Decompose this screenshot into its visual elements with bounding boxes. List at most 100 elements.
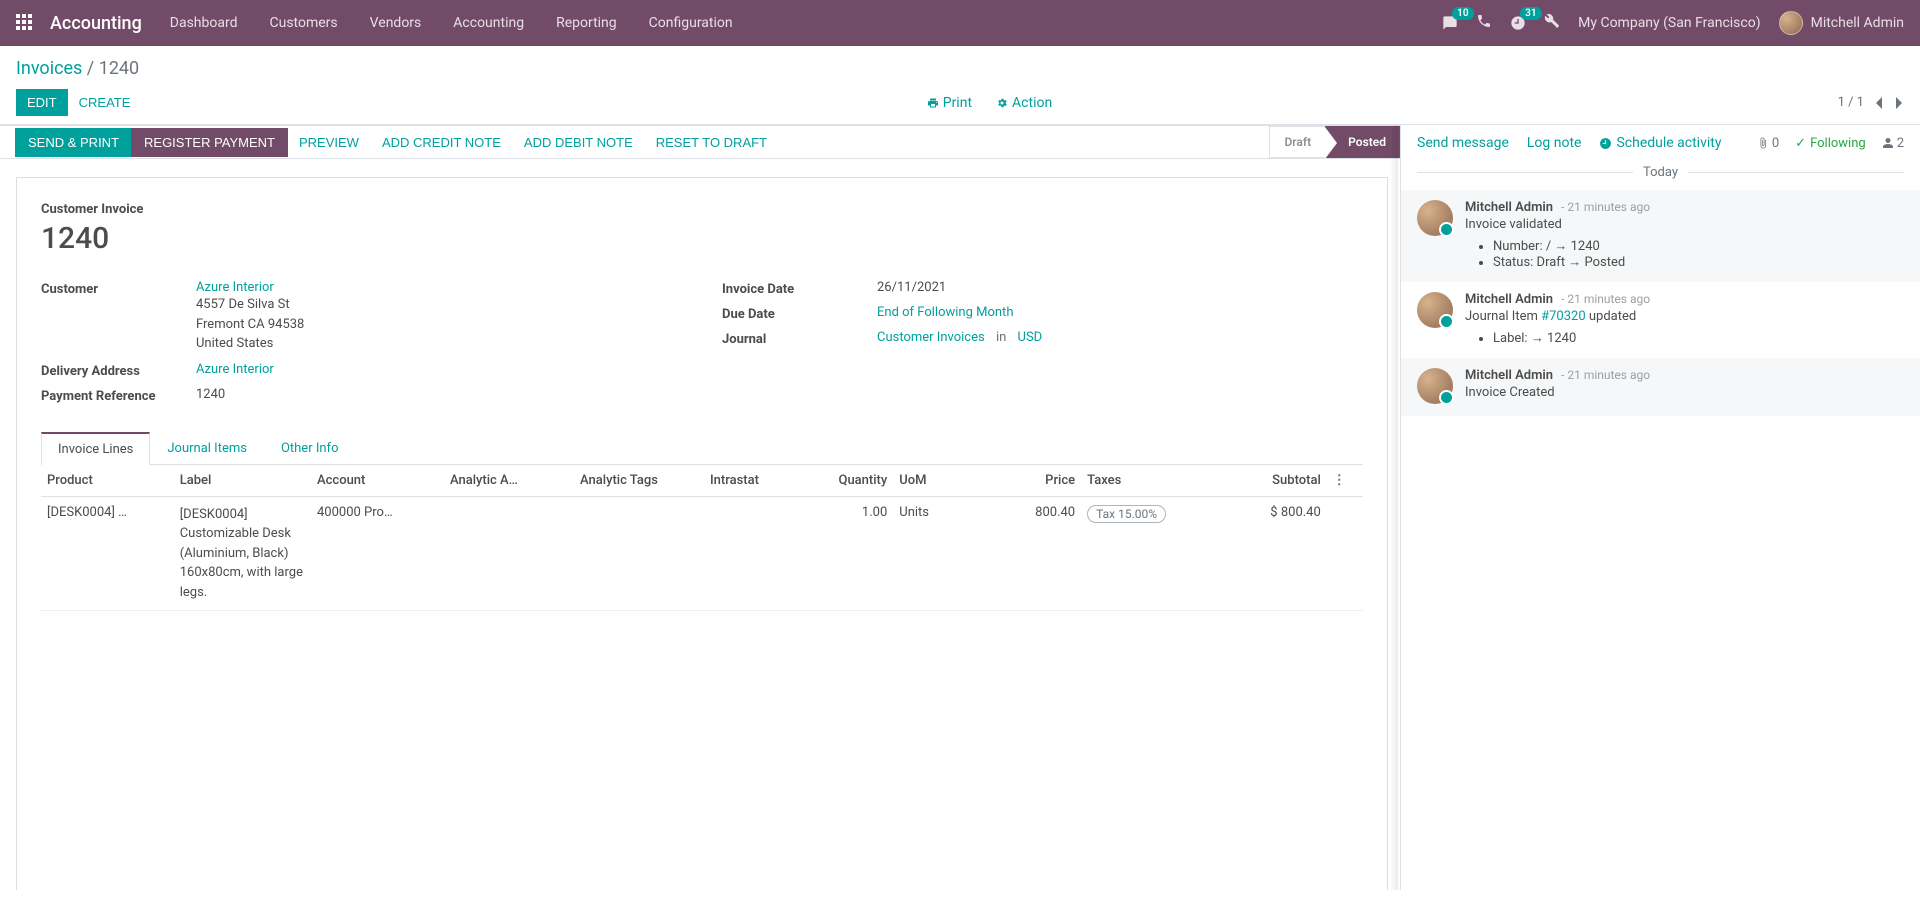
cell-qty: 1.00 bbox=[792, 496, 893, 611]
th-analytic-acc[interactable]: Analytic A… bbox=[444, 465, 574, 497]
journal-in: in bbox=[996, 330, 1006, 345]
breadcrumb-root[interactable]: Invoices bbox=[16, 58, 82, 79]
message-bullet: Label: → 1240 bbox=[1493, 330, 1904, 346]
message-time: - 21 minutes ago bbox=[1561, 292, 1650, 306]
th-product[interactable]: Product bbox=[41, 465, 174, 497]
avatar-icon bbox=[1417, 200, 1453, 236]
print-button[interactable]: Print bbox=[927, 95, 972, 111]
edit-button[interactable]: Edit bbox=[16, 89, 68, 116]
tab-invoice-lines[interactable]: Invoice Lines bbox=[41, 432, 150, 465]
top-nav: Accounting Dashboard Customers Vendors A… bbox=[0, 0, 1920, 46]
cell-account: 400000 Prod… bbox=[317, 505, 397, 520]
th-analytic-tags[interactable]: Analytic Tags bbox=[574, 465, 704, 497]
create-button[interactable]: Create bbox=[68, 89, 142, 116]
activities-badge: 31 bbox=[1520, 7, 1541, 20]
delivery-link[interactable]: Azure Interior bbox=[196, 362, 274, 377]
th-quantity[interactable]: Quantity bbox=[792, 465, 893, 497]
message: Mitchell Admin- 21 minutes agoInvoice Cr… bbox=[1401, 358, 1920, 416]
log-note-button[interactable]: Log note bbox=[1527, 135, 1582, 151]
th-account[interactable]: Account bbox=[311, 465, 444, 497]
messages-icon[interactable]: 10 bbox=[1442, 15, 1458, 31]
breadcrumb-sep: / bbox=[87, 58, 99, 79]
avatar-icon bbox=[1417, 292, 1453, 328]
th-taxes[interactable]: Taxes bbox=[1081, 465, 1211, 497]
nav-dashboard[interactable]: Dashboard bbox=[170, 15, 238, 31]
th-intrastat[interactable]: Intrastat bbox=[704, 465, 792, 497]
message: Mitchell Admin- 21 minutes agoInvoice va… bbox=[1401, 190, 1920, 282]
nav-customers[interactable]: Customers bbox=[270, 15, 338, 31]
add-credit-note-button[interactable]: Add Credit Note bbox=[370, 129, 513, 156]
message-text: Invoice validated bbox=[1465, 217, 1904, 232]
due-date-link[interactable]: End of Following Month bbox=[877, 305, 1013, 320]
nav-right: 10 31 My Company (San Francisco) Mitchel… bbox=[1442, 11, 1904, 35]
schedule-activity-button[interactable]: Schedule activity bbox=[1599, 135, 1721, 151]
status-draft[interactable]: Draft bbox=[1269, 126, 1325, 158]
columns-menu-icon[interactable]: ⋮ bbox=[1333, 473, 1346, 488]
user-name: Mitchell Admin bbox=[1811, 15, 1904, 31]
pager-next-icon[interactable] bbox=[1894, 96, 1904, 110]
message-link[interactable]: #70320 bbox=[1541, 309, 1586, 324]
form-title: 1240 bbox=[41, 221, 1363, 256]
user-menu[interactable]: Mitchell Admin bbox=[1779, 11, 1904, 35]
cell-subtotal: $ 800.40 bbox=[1211, 496, 1327, 611]
cell-price: 800.40 bbox=[980, 496, 1081, 611]
message-text: Invoice Created bbox=[1465, 385, 1904, 400]
send-message-button[interactable]: Send message bbox=[1417, 135, 1509, 151]
phone-icon[interactable] bbox=[1476, 13, 1492, 33]
attachments-button[interactable]: 0 bbox=[1757, 136, 1779, 151]
customer-addr3: United States bbox=[196, 334, 682, 354]
breadcrumb: Invoices / 1240 bbox=[16, 58, 1904, 79]
th-subtotal[interactable]: Subtotal bbox=[1211, 465, 1327, 497]
cell-label: [DESK0004] Customizable Desk (Aluminium,… bbox=[174, 496, 311, 611]
label-invoice-date: Invoice Date bbox=[722, 280, 877, 297]
th-label[interactable]: Label bbox=[174, 465, 311, 497]
label-payref: Payment Reference bbox=[41, 387, 196, 404]
nav-configuration[interactable]: Configuration bbox=[649, 15, 733, 31]
tabs: Invoice Lines Journal Items Other Info bbox=[41, 432, 1363, 465]
arrow-icon: → bbox=[1554, 238, 1567, 254]
journal-link[interactable]: Customer Invoices bbox=[877, 330, 985, 345]
action-button[interactable]: Action bbox=[996, 95, 1052, 111]
message: Mitchell Admin - 21 minutes ago Journal It… bbox=[1401, 282, 1920, 358]
label-delivery: Delivery Address bbox=[41, 362, 196, 379]
cell-uom: Units bbox=[893, 496, 980, 611]
reset-draft-button[interactable]: Reset to Draft bbox=[644, 129, 779, 156]
journal-currency[interactable]: USD bbox=[1018, 330, 1043, 345]
cell-product: [DESK0004] … bbox=[47, 505, 127, 520]
company-selector[interactable]: My Company (San Francisco) bbox=[1578, 15, 1760, 31]
th-price[interactable]: Price bbox=[980, 465, 1081, 497]
label-due-date: Due Date bbox=[722, 305, 877, 322]
invoice-lines-table: Product Label Account Analytic A… Analyt… bbox=[41, 465, 1363, 612]
debug-icon[interactable] bbox=[1544, 13, 1560, 33]
status-posted[interactable]: Posted bbox=[1325, 126, 1400, 158]
nav-vendors[interactable]: Vendors bbox=[370, 15, 422, 31]
message-text: Journal Item #70320 updated bbox=[1465, 309, 1904, 324]
pager-prev-icon[interactable] bbox=[1874, 96, 1884, 110]
form-sheet: Customer Invoice 1240 Customer Azure Int… bbox=[16, 177, 1388, 890]
followers-button[interactable]: 2 bbox=[1882, 136, 1904, 151]
payref-value: 1240 bbox=[196, 387, 682, 402]
activities-icon[interactable]: 31 bbox=[1510, 15, 1526, 31]
nav-reporting[interactable]: Reporting bbox=[556, 15, 617, 31]
table-row[interactable]: [DESK0004] … [DESK0004] Customizable Des… bbox=[41, 496, 1363, 611]
apps-icon[interactable] bbox=[16, 14, 34, 32]
nav-menu: Dashboard Customers Vendors Accounting R… bbox=[170, 15, 1442, 31]
nav-accounting[interactable]: Accounting bbox=[453, 15, 524, 31]
tab-other-info[interactable]: Other Info bbox=[264, 432, 356, 465]
add-debit-note-button[interactable]: Add Debit Note bbox=[512, 129, 645, 156]
message-bullet: Number: / → 1240 bbox=[1493, 238, 1904, 254]
tab-journal-items[interactable]: Journal Items bbox=[150, 432, 264, 465]
app-brand[interactable]: Accounting bbox=[50, 13, 142, 34]
message-bullet: Status: Draft → Posted bbox=[1493, 254, 1904, 270]
label-journal: Journal bbox=[722, 330, 877, 347]
arrow-icon: → bbox=[1568, 254, 1581, 270]
message-time: - 21 minutes ago bbox=[1561, 368, 1650, 382]
th-uom[interactable]: UoM bbox=[893, 465, 980, 497]
message-author: Mitchell Admin bbox=[1465, 292, 1553, 307]
customer-addr1: 4557 De Silva St bbox=[196, 295, 682, 315]
send-print-button[interactable]: Send & Print bbox=[15, 128, 132, 157]
customer-link[interactable]: Azure Interior bbox=[196, 280, 274, 295]
preview-button[interactable]: Preview bbox=[287, 129, 371, 156]
register-payment-button[interactable]: Register Payment bbox=[131, 128, 288, 157]
following-button[interactable]: ✓ Following bbox=[1795, 136, 1866, 151]
